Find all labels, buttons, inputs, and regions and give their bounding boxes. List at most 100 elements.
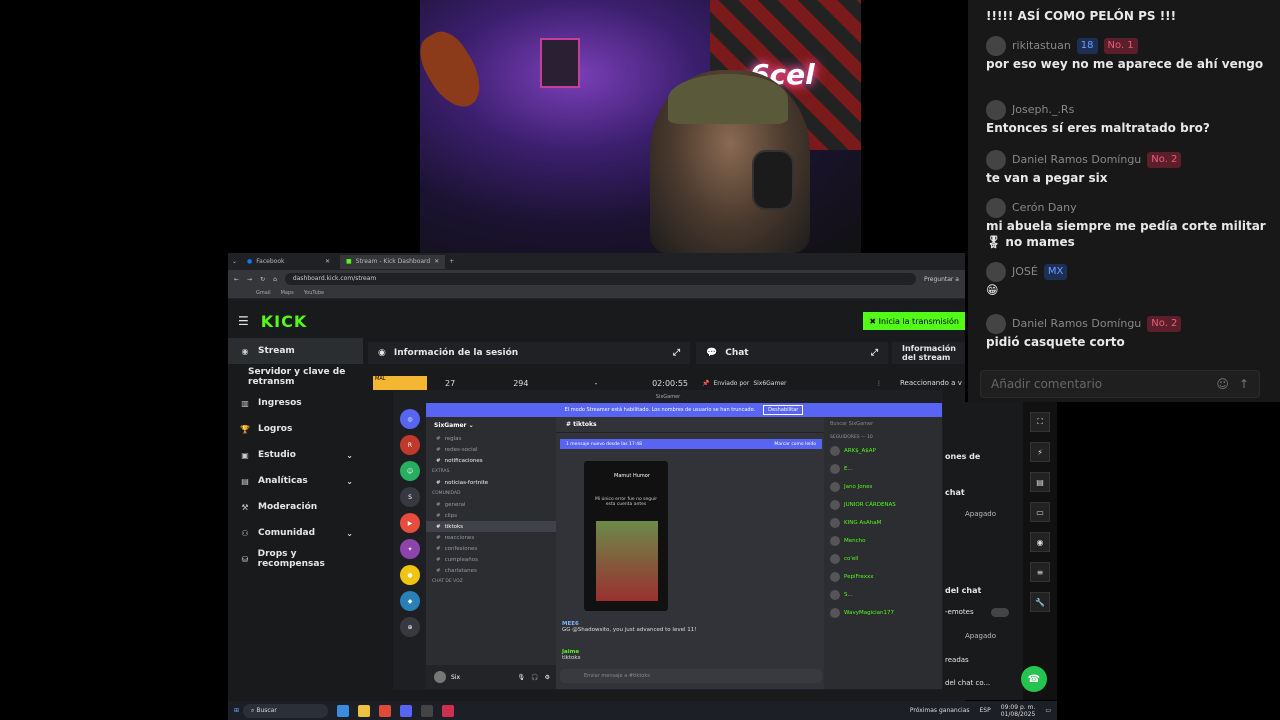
server-icon[interactable]: ✦ (400, 539, 420, 559)
taskbar-search[interactable]: ⌕ Buscar (243, 703, 329, 718)
sidebar-item-ingresos[interactable]: ▥ Ingresos (228, 390, 363, 416)
notification-icon[interactable]: ▭ (1045, 707, 1051, 714)
server-icon[interactable]: ◆ (400, 591, 420, 611)
server-icon[interactable]: S (400, 487, 420, 507)
avatar[interactable] (986, 314, 1006, 334)
chat-input[interactable]: Añadir comentario ☺ ↑ (980, 370, 1260, 398)
wrench-icon[interactable]: 🔧 (1030, 592, 1050, 612)
list-icon[interactable]: ≡ (1030, 562, 1050, 582)
chat-username[interactable]: Joseph._.Rs (1012, 102, 1074, 118)
chat-username[interactable]: Daniel Ramos Domíngu (1012, 316, 1141, 332)
obs-icon[interactable] (421, 704, 434, 717)
chrome-icon[interactable] (379, 704, 392, 717)
server-icon[interactable]: ▶ (400, 513, 420, 533)
chat-username[interactable]: Cerón Dany (1012, 200, 1077, 216)
chat-username[interactable]: JOSÉ (1012, 264, 1038, 280)
sidebar-item-server-key[interactable]: Servidor y clave de retransm (228, 364, 363, 390)
server-icon[interactable]: R (400, 435, 420, 455)
channel-item[interactable]: # cumpleaños (426, 554, 556, 565)
app-icon[interactable] (442, 704, 455, 717)
chat-username[interactable]: rikitastuan (1012, 38, 1071, 54)
sidebar-item-drops[interactable]: ⛁ Drops y recompensas (228, 546, 363, 572)
more-icon[interactable]: ⋮ (876, 380, 882, 387)
avatar[interactable] (434, 671, 446, 683)
headphones-icon[interactable]: 🎧 (531, 674, 538, 681)
discord-icon[interactable] (400, 704, 413, 717)
channel-item[interactable]: # general (426, 499, 556, 510)
home-icon[interactable]: ⌂ (273, 276, 277, 283)
file-explorer-icon[interactable] (358, 704, 371, 717)
expand-icon[interactable]: ⤢ (871, 348, 878, 358)
member-item[interactable]: WavyMagician177 (830, 604, 942, 622)
compass-icon[interactable]: ⊕ (400, 617, 420, 637)
channel-item[interactable]: # redes-social (426, 444, 556, 455)
sidebar-item-estudio[interactable]: ▣ Estudio ⌄ (228, 442, 363, 468)
member-item[interactable]: KING AsAhaM (830, 514, 942, 532)
kick-logo[interactable]: KICK (261, 312, 308, 331)
new-tab-icon[interactable]: + (449, 258, 454, 265)
url-field[interactable]: dashboard.kick.com/stream (284, 273, 916, 285)
clock[interactable]: 09:09 p. m. 01/08/2025 (1001, 704, 1036, 718)
bookmark-gmail[interactable]: Gmail (256, 290, 271, 296)
new-messages-bar[interactable]: 1 mensaje nuevo desde las 17:48 Marcar co… (560, 439, 822, 449)
sidebar-item-stream[interactable]: ◉ Stream (228, 338, 363, 364)
broadcast-icon[interactable]: ◉ (1030, 532, 1050, 552)
message-input[interactable]: Enviar mensaje a #tiktoks (560, 669, 822, 683)
channel-item[interactable]: # reglas (426, 433, 556, 444)
expand-icon[interactable]: ⤢ (673, 348, 680, 358)
channel-item[interactable]: # reacciones (426, 532, 556, 543)
ask-button[interactable]: Preguntar a (924, 276, 959, 283)
windows-icon[interactable]: ⊞ (234, 707, 239, 714)
fullscreen-icon[interactable]: ⛶ (1030, 412, 1050, 432)
sidebar-item-comunidad[interactable]: ⚇ Comunidad ⌄ (228, 520, 363, 546)
sidebar-item-moderacion[interactable]: ⚒ Moderación (228, 494, 363, 520)
discord-home-icon[interactable]: ◎ (400, 409, 420, 429)
channel-item[interactable]: # clips (426, 510, 556, 521)
close-icon[interactable]: ✕ (325, 258, 330, 265)
bookmark-maps[interactable]: Maps (281, 290, 294, 296)
sidebar-item-logros[interactable]: 🏆 Logros (228, 416, 363, 442)
setting-value[interactable]: Apagado (965, 632, 996, 640)
channel-category[interactable]: EXTRAS (426, 466, 556, 477)
tab-list-icon[interactable]: ⌄ (232, 258, 237, 265)
member-item[interactable]: S... (830, 586, 942, 604)
send-icon[interactable]: ↑ (1239, 377, 1249, 391)
forward-icon[interactable]: → (247, 276, 252, 283)
copilot-icon[interactable] (337, 704, 350, 717)
document-icon[interactable]: ▤ (1030, 472, 1050, 492)
news-widget[interactable]: Próximas ganancias (910, 707, 970, 714)
settings-icon[interactable]: ⚙ (545, 674, 550, 681)
channel-category[interactable]: CHAT DE VOZ (426, 576, 556, 587)
menu-icon[interactable]: ☰ (238, 314, 249, 328)
avatar[interactable] (986, 198, 1006, 218)
guild-name[interactable]: SixGamer ⌄ (426, 417, 556, 433)
channel-item[interactable]: # notificaciones (426, 455, 556, 466)
tiktok-embed[interactable]: Mamut Humor Mi único error fue no seguir… (584, 461, 668, 611)
server-icon[interactable]: ☺ (400, 461, 420, 481)
channel-item[interactable]: # charlatanes (426, 565, 556, 576)
member-item[interactable]: Jano Jones (830, 478, 942, 496)
avatar[interactable] (986, 150, 1006, 170)
help-button[interactable]: ☎ (1021, 666, 1047, 692)
disable-button[interactable]: Deshabilitar (763, 405, 804, 415)
channel-item[interactable]: # confesiones (426, 543, 556, 554)
emoji-icon[interactable]: ☺ (1216, 377, 1229, 391)
search-input[interactable]: Buscar SixGamer (830, 417, 942, 431)
avatar[interactable] (986, 36, 1006, 56)
chat-icon[interactable]: ▭ (1030, 502, 1050, 522)
close-icon[interactable]: ✕ (434, 258, 439, 265)
toggle[interactable] (991, 608, 1009, 617)
back-icon[interactable]: ← (234, 276, 239, 283)
member-item[interactable]: ARK$_A$AP (830, 442, 942, 460)
avatar[interactable] (986, 262, 1006, 282)
tab-facebook[interactable]: ● Facebook ✕ (241, 254, 337, 269)
go-live-button[interactable]: ✖ Inicia la transmisión (863, 312, 965, 330)
member-item[interactable]: co'ell (830, 550, 942, 568)
channel-item[interactable]: # noticias-fortnite (426, 477, 556, 488)
server-icon[interactable]: ● (400, 565, 420, 585)
sidebar-item-analiticas[interactable]: ▤ Analíticas ⌄ (228, 468, 363, 494)
channel-category[interactable]: COMUNIDAD (426, 488, 556, 499)
bookmark-youtube[interactable]: YouTube (304, 290, 324, 296)
chat-username[interactable]: Daniel Ramos Domíngu (1012, 152, 1141, 168)
lightning-icon[interactable]: ⚡ (1030, 442, 1050, 462)
